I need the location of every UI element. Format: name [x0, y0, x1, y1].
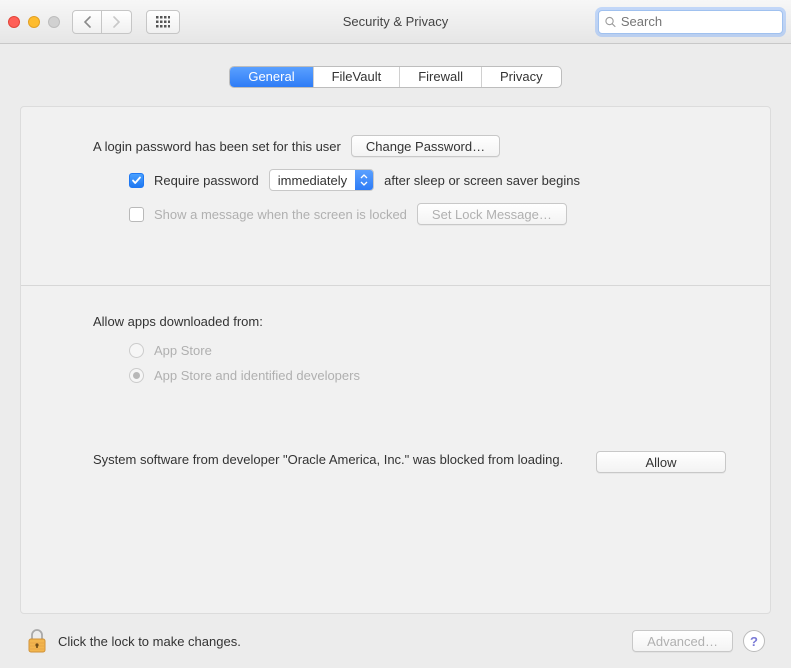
allow-button[interactable]: Allow: [596, 451, 726, 473]
chevron-right-icon: [112, 16, 121, 28]
help-button[interactable]: ?: [743, 630, 765, 652]
allow-apps-header: Allow apps downloaded from:: [93, 314, 726, 329]
change-password-button[interactable]: Change Password…: [351, 135, 500, 157]
window-controls: [8, 16, 60, 28]
blocked-software-text: System software from developer "Oracle A…: [93, 451, 572, 470]
select-stepper-icon: [355, 170, 373, 190]
require-password-delay-select[interactable]: immediately: [269, 169, 374, 191]
show-all-button[interactable]: [146, 10, 180, 34]
search-input[interactable]: [621, 14, 776, 29]
general-panel: A login password has been set for this u…: [20, 106, 771, 614]
close-window-button[interactable]: [8, 16, 20, 28]
tabs: General FileVault Firewall Privacy: [229, 66, 561, 88]
advanced-button[interactable]: Advanced…: [632, 630, 733, 652]
chevron-left-icon: [83, 16, 92, 28]
help-icon: ?: [750, 634, 758, 649]
require-password-suffix: after sleep or screen saver begins: [384, 173, 580, 188]
footer: Click the lock to make changes. Advanced…: [10, 614, 781, 668]
back-button[interactable]: [72, 10, 102, 34]
lock-text: Click the lock to make changes.: [58, 634, 241, 649]
tab-filevault[interactable]: FileVault: [314, 67, 401, 87]
grid-icon: [156, 16, 170, 28]
forward-button[interactable]: [102, 10, 132, 34]
section-divider: [21, 285, 770, 286]
search-field[interactable]: [598, 10, 783, 34]
radio-app-store-label: App Store: [154, 343, 212, 358]
require-password-label: Require password: [154, 173, 259, 188]
radio-app-store: [129, 343, 144, 358]
show-message-label: Show a message when the screen is locked: [154, 207, 407, 222]
show-message-checkbox[interactable]: [129, 207, 144, 222]
toolbar: Security & Privacy: [0, 0, 791, 44]
tab-general[interactable]: General: [230, 67, 313, 87]
checkmark-icon: [131, 175, 142, 186]
security-privacy-window: Security & Privacy General FileVault Fir…: [0, 0, 791, 668]
radio-identified-developers-label: App Store and identified developers: [154, 368, 360, 383]
content-area: General FileVault Firewall Privacy A log…: [0, 44, 791, 668]
require-password-delay-value: immediately: [270, 173, 355, 188]
radio-identified-developers: [129, 368, 144, 383]
nav-buttons: [72, 10, 132, 34]
lock-icon[interactable]: [26, 628, 48, 654]
allow-apps-radiogroup: App Store App Store and identified devel…: [129, 343, 726, 383]
tab-firewall[interactable]: Firewall: [400, 67, 482, 87]
zoom-window-button[interactable]: [48, 16, 60, 28]
tab-privacy[interactable]: Privacy: [482, 67, 561, 87]
minimize-window-button[interactable]: [28, 16, 40, 28]
require-password-checkbox[interactable]: [129, 173, 144, 188]
page-title: Security & Privacy: [343, 14, 448, 29]
set-lock-message-button: Set Lock Message…: [417, 203, 567, 225]
search-icon: [605, 16, 616, 28]
password-set-label: A login password has been set for this u…: [93, 139, 341, 154]
